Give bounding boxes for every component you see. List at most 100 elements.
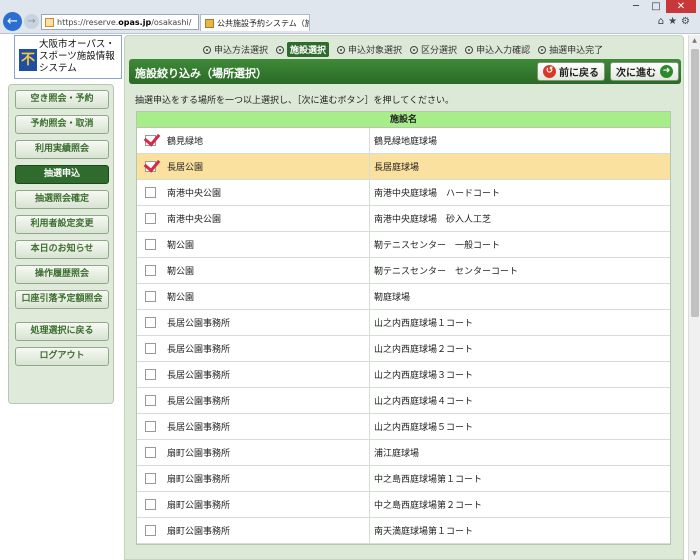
sidebar-item-10[interactable]: ログアウト	[15, 347, 109, 366]
facility-name: 長居庭球場	[374, 163, 420, 173]
facility-checkbox[interactable]	[145, 187, 156, 198]
facility-name: 山之内西庭球場１コート	[374, 319, 474, 329]
place-cell: 南港中央公園	[137, 206, 370, 231]
facility-name: 山之内西庭球場４コート	[374, 397, 474, 407]
step-3: 区分選択	[410, 42, 457, 57]
forward-arrow-icon[interactable]: →	[24, 14, 39, 29]
city-emblem-icon: 不	[19, 49, 37, 71]
table-row[interactable]: 扇町公園事務所 中之島西庭球場第２コート	[137, 492, 670, 518]
facility-checkbox[interactable]	[145, 135, 156, 146]
back-button[interactable]: ↺ 前に戻る	[537, 62, 605, 81]
url-text: https://reserve.opas.jp/osakashi/	[57, 17, 192, 27]
vertical-scrollbar[interactable]: ▲ ▼	[688, 35, 700, 560]
star-icon[interactable]: ★	[668, 16, 681, 27]
facility-checkbox[interactable]	[145, 369, 156, 380]
facility-checkbox[interactable]	[145, 499, 156, 510]
table-row[interactable]: 靭公園 靭テニスセンター センターコート	[137, 258, 670, 284]
table-row[interactable]: 鶴見緑地 鶴見緑地庭球場	[137, 128, 670, 154]
table-row[interactable]: 扇町公園事務所 中之島西庭球場第１コート	[137, 466, 670, 492]
facility-name: 浦江庭球場	[374, 449, 420, 459]
table-row[interactable]: 長居公園事務所 山之内西庭球場１コート	[137, 310, 670, 336]
table-row[interactable]: 靭公園 靭テニスセンター 一般コート	[137, 232, 670, 258]
step-1: 施設選択	[276, 42, 330, 57]
place-cell: 長居公園事務所	[137, 388, 370, 413]
address-bar[interactable]: https://reserve.opas.jp/osakashi/	[41, 14, 199, 30]
sidebar-item-5[interactable]: 利用者設定変更	[15, 215, 109, 234]
step-0: 申込方法選択	[203, 42, 268, 57]
facility-checkbox[interactable]	[145, 395, 156, 406]
place-name: 扇町公園事務所	[167, 449, 231, 459]
facility-name: 靭テニスセンター 一般コート	[374, 241, 501, 251]
table-row[interactable]: 長居公園事務所 山之内西庭球場３コート	[137, 362, 670, 388]
facility-checkbox[interactable]	[145, 161, 156, 172]
place-cell: 長居公園事務所	[137, 310, 370, 335]
sidebar-item-4[interactable]: 抽選照会確定	[15, 190, 109, 209]
table-row[interactable]: 靭公園 靭庭球場	[137, 284, 670, 310]
site-logo[interactable]: 不 大阪市オーパス・スポーツ施設情報システム	[14, 35, 122, 79]
place-cell: 長居公園事務所	[137, 414, 370, 439]
facility-checkbox[interactable]	[145, 447, 156, 458]
scrollbar-thumb[interactable]	[691, 49, 699, 317]
maximize-button[interactable]: □	[646, 0, 666, 13]
facility-checkbox[interactable]	[145, 525, 156, 536]
table-body: 鶴見緑地 鶴見緑地庭球場 長居公園 長居庭球場 南港中央公園 南港中央庭球場 ハードコート…	[137, 128, 670, 544]
facility-checkbox[interactable]	[145, 473, 156, 484]
facility-name: 南天満庭球場第１コート	[374, 527, 474, 537]
step-bullet-icon	[337, 45, 346, 54]
table-row[interactable]: 扇町公園事務所 浦江庭球場	[137, 440, 670, 466]
facility-checkbox[interactable]	[145, 317, 156, 328]
table-row[interactable]: 長居公園事務所 山之内西庭球場５コート	[137, 414, 670, 440]
section-header: 施設絞り込み（場所選択） ↺ 前に戻る 次に進む ➜	[129, 59, 681, 84]
next-button-label: 次に進む	[616, 68, 656, 79]
place-name: 扇町公園事務所	[167, 501, 231, 511]
table-row[interactable]: 長居公園事務所 山之内西庭球場２コート	[137, 336, 670, 362]
facility-checkbox[interactable]	[145, 265, 156, 276]
facility-checkbox[interactable]	[145, 291, 156, 302]
sidebar-item-2[interactable]: 利用実績照会	[15, 140, 109, 159]
minimize-button[interactable]: ─	[626, 0, 646, 13]
next-button[interactable]: 次に進む ➜	[610, 62, 679, 81]
step-bullet-icon	[465, 45, 474, 54]
sidebar-item-0[interactable]: 空き照会・予約	[15, 90, 109, 109]
place-cell: 鶴見緑地	[137, 128, 370, 153]
browser-chrome: ─ □ ✕ ← → https://reserve.opas.jp/osakas…	[0, 0, 700, 34]
facility-checkbox[interactable]	[145, 239, 156, 250]
sidebar-item-3[interactable]: 抽選申込	[15, 165, 109, 184]
close-window-button[interactable]: ✕	[666, 0, 696, 13]
table-row[interactable]: 南港中央公園 南港中央庭球場 ハードコート	[137, 180, 670, 206]
place-cell: 扇町公園事務所	[137, 492, 370, 517]
step-label: 申込方法選択	[214, 46, 269, 56]
scroll-down-icon[interactable]: ▼	[689, 548, 700, 560]
table-row[interactable]: 長居公園 長居庭球場	[137, 154, 670, 180]
facility-checkbox[interactable]	[145, 343, 156, 354]
sidebar-item-8[interactable]: 口座引落予定額照会	[15, 290, 109, 309]
favicon-icon	[205, 18, 214, 28]
facility-name: 南港中央庭球場 砂入人工芝	[374, 215, 492, 225]
place-name: 長居公園事務所	[167, 371, 231, 381]
place-cell: 靭公園	[137, 232, 370, 257]
main-panel: 申込方法選択 施設選択 申込対象選択 区分選択 申込入力確認 抽選申込完了 施設絞り込み（…	[124, 35, 684, 560]
place-name: 扇町公園事務所	[167, 475, 231, 485]
step-label: 抽選申込完了	[549, 46, 604, 56]
table-row[interactable]: 扇町公園事務所 南天満庭球場第１コート	[137, 518, 670, 544]
step-indicator: 申込方法選択 施設選択 申込対象選択 区分選択 申込入力確認 抽選申込完了	[203, 42, 611, 57]
sidebar-item-1[interactable]: 予約照会・取消	[15, 115, 109, 134]
table-row[interactable]: 南港中央公園 南港中央庭球場 砂入人工芝	[137, 206, 670, 232]
scroll-up-icon[interactable]: ▲	[689, 35, 700, 47]
facility-checkbox[interactable]	[145, 213, 156, 224]
home-icon[interactable]: ⌂	[658, 16, 668, 27]
browser-tab[interactable]: 公共施設予約システム（施... ×	[200, 14, 310, 31]
step-4: 申込入力確認	[465, 42, 530, 57]
gear-icon[interactable]: ⚙	[681, 16, 694, 27]
table-row[interactable]: 長居公園事務所 山之内西庭球場４コート	[137, 388, 670, 414]
facility-name: 靭テニスセンター センターコート	[374, 267, 519, 277]
facility-checkbox[interactable]	[145, 421, 156, 432]
window-controls: ─ □ ✕	[626, 0, 696, 13]
sidebar-item-9[interactable]: 処理選択に戻る	[15, 322, 109, 341]
sidebar-item-6[interactable]: 本日のお知らせ	[15, 240, 109, 259]
sidebar-item-7[interactable]: 操作履歴照会	[15, 265, 109, 284]
place-cell: 長居公園事務所	[137, 362, 370, 387]
place-cell: 南港中央公園	[137, 180, 370, 205]
facility-name: 山之内西庭球場２コート	[374, 345, 474, 355]
back-arrow-icon[interactable]: ←	[3, 12, 22, 31]
